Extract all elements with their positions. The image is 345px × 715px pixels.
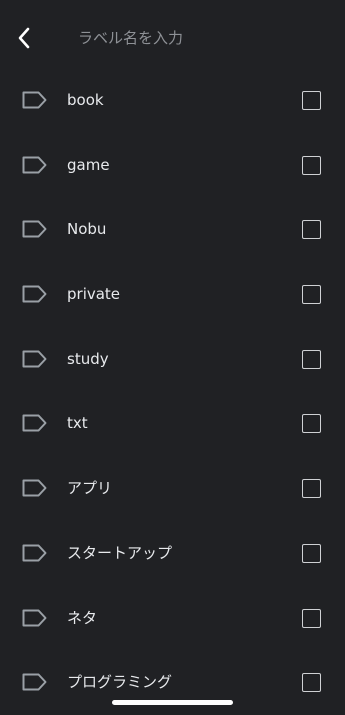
- label-name: study: [67, 349, 109, 368]
- label-row[interactable]: txt: [0, 391, 345, 456]
- label-checkbox[interactable]: [302, 673, 321, 693]
- label-row[interactable]: アプリ: [0, 456, 345, 521]
- back-button[interactable]: [10, 24, 38, 52]
- label-name-input[interactable]: [78, 26, 328, 50]
- label-checkbox[interactable]: [302, 349, 321, 369]
- label-outline-icon: [22, 479, 47, 497]
- home-indicator: [112, 700, 233, 705]
- label-name: private: [67, 285, 121, 304]
- label-row[interactable]: game: [0, 133, 345, 198]
- label-row[interactable]: private: [0, 262, 345, 327]
- label-outline-icon: [22, 609, 47, 626]
- label-outline-icon: [22, 673, 47, 691]
- chevron-left-icon: [18, 27, 30, 49]
- label-checkbox[interactable]: [302, 155, 321, 175]
- label-row[interactable]: プログラミング: [0, 650, 345, 715]
- label-row[interactable]: book: [0, 68, 345, 133]
- label-row[interactable]: スタートアップ: [0, 521, 345, 586]
- label-list: book game Nobu private study txt アプリスタートアップ ネタプ…: [0, 68, 345, 715]
- label-row[interactable]: Nobu: [0, 197, 345, 262]
- label-name: プログラミング: [67, 673, 173, 692]
- label-outline-icon: [22, 91, 47, 109]
- label-name: アプリ: [67, 479, 113, 498]
- label-outline-icon: [22, 544, 47, 562]
- label-checkbox[interactable]: [302, 285, 321, 305]
- label-name: txt: [67, 414, 88, 433]
- label-outline-icon: [22, 285, 47, 303]
- label-outline-icon: [22, 414, 47, 432]
- label-outline-icon: [22, 350, 47, 368]
- label-name: Nobu: [67, 220, 107, 239]
- label-row[interactable]: study: [0, 327, 345, 392]
- label-checkbox[interactable]: [302, 414, 321, 434]
- label-name: game: [67, 155, 110, 174]
- label-outline-icon: [22, 156, 47, 174]
- label-checkbox[interactable]: [302, 220, 321, 240]
- label-checkbox[interactable]: [302, 543, 321, 563]
- header: [0, 0, 345, 76]
- label-checkbox[interactable]: [302, 608, 321, 628]
- label-checkbox[interactable]: [302, 479, 321, 499]
- label-outline-icon: [22, 220, 47, 238]
- label-row[interactable]: ネタ: [0, 586, 345, 651]
- label-name: スタートアップ: [67, 543, 173, 562]
- label-checkbox[interactable]: [302, 91, 321, 110]
- label-name: ネタ: [67, 608, 98, 627]
- label-name: book: [67, 91, 104, 109]
